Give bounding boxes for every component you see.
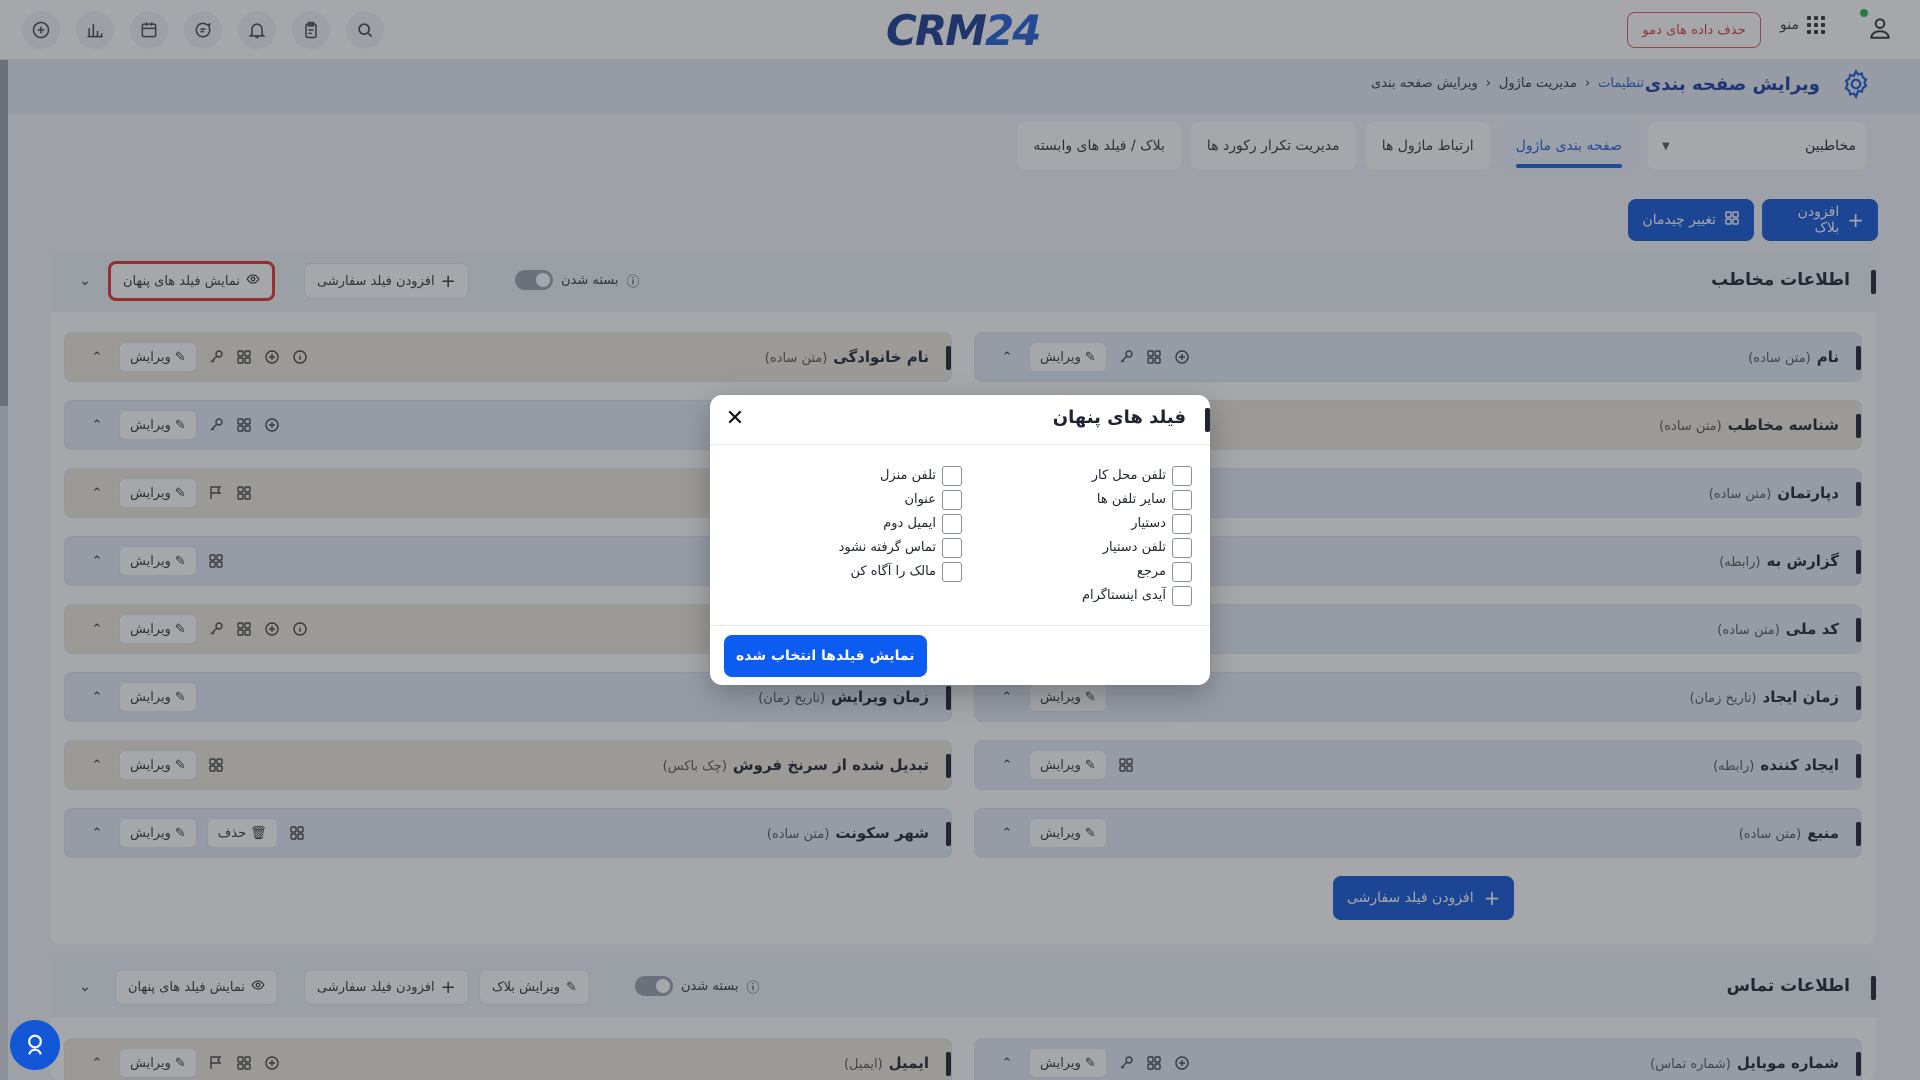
checkbox[interactable] — [1172, 561, 1192, 582]
checkbox[interactable] — [1172, 489, 1192, 510]
hidden-fields-modal: فیلد های پنهان ✕ تلفن محل کار سایر تلفن … — [710, 395, 1210, 685]
checkbox[interactable] — [942, 513, 962, 534]
title-accent-bar — [1205, 408, 1210, 432]
hidden-fields-right-column: تلفن محل کار سایر تلفن ها دستیار تلفن دس… — [1082, 465, 1192, 606]
checkbox[interactable] — [1172, 513, 1192, 534]
checkbox[interactable] — [942, 561, 962, 582]
hidden-field-option[interactable]: ایمیل دوم — [839, 513, 962, 534]
close-icon[interactable]: ✕ — [722, 405, 748, 431]
modal-title: فیلد های پنهان — [1052, 407, 1186, 428]
hidden-field-option[interactable]: عنوان — [839, 489, 962, 510]
hidden-field-option[interactable]: تماس گرفته نشود — [839, 537, 962, 558]
hidden-field-option[interactable]: دستیار — [1082, 513, 1192, 534]
modal-header: فیلد های پنهان ✕ — [710, 395, 1210, 445]
checkbox[interactable] — [1172, 465, 1192, 486]
hidden-field-option[interactable]: تلفن محل کار — [1082, 465, 1192, 486]
show-selected-fields-button[interactable]: نمایش فیلدها انتخاب شده — [724, 635, 927, 677]
checkbox[interactable] — [942, 465, 962, 486]
hidden-field-option[interactable]: آیدی اینستاگرام — [1082, 585, 1192, 606]
hidden-field-option[interactable]: تلفن دستیار — [1082, 537, 1192, 558]
checkbox[interactable] — [1172, 537, 1192, 558]
hidden-field-option[interactable]: مرجع — [1082, 561, 1192, 582]
hidden-field-option[interactable]: مالک را آگاه کن — [839, 561, 962, 582]
hidden-fields-left-column: تلفن منزل عنوان ایمیل دوم تماس گرفته نشو… — [839, 465, 962, 582]
checkbox[interactable] — [1172, 585, 1192, 606]
checkbox[interactable] — [942, 489, 962, 510]
checkbox[interactable] — [942, 537, 962, 558]
hidden-field-option[interactable]: سایر تلفن ها — [1082, 489, 1192, 510]
support-chat-icon[interactable] — [10, 1020, 60, 1070]
hidden-field-option[interactable]: تلفن منزل — [839, 465, 962, 486]
